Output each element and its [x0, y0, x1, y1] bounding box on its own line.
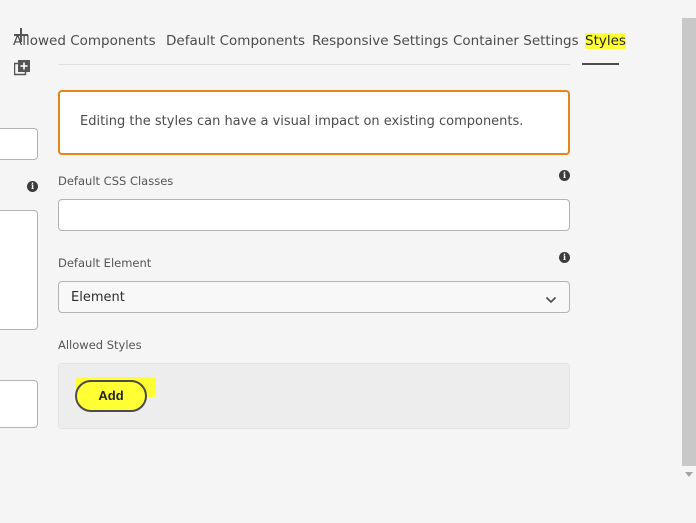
- default-element-info-icon[interactable]: i: [559, 245, 570, 264]
- alert-message: Editing the styles can have a visual imp…: [80, 114, 524, 129]
- select-value: Element: [71, 290, 125, 305]
- add-style-button[interactable]: Add: [75, 380, 147, 412]
- css-classes-label: Default CSS Classes: [58, 174, 174, 188]
- left-panel-info-icon[interactable]: i: [27, 174, 38, 193]
- tab-label: Styles: [585, 33, 626, 49]
- tab-container-settings[interactable]: Container Settings: [453, 30, 579, 52]
- default-element-select[interactable]: Element: [58, 281, 570, 313]
- top-clipped-header: [0, 0, 682, 3]
- tabs-divider: [58, 64, 570, 65]
- tab-styles[interactable]: Styles: [585, 30, 626, 52]
- tab-allowed-components[interactable]: Allowed Components: [13, 30, 156, 52]
- tab-label: Responsive Settings: [312, 33, 449, 49]
- tab-label: Allowed Components: [13, 33, 156, 49]
- left-panel-input[interactable]: [0, 128, 38, 160]
- tab-bar: Allowed Components Default Components Re…: [0, 30, 640, 66]
- scroll-down-arrow-icon[interactable]: [685, 472, 693, 477]
- default-css-classes-input[interactable]: [58, 199, 570, 231]
- tab-default-components[interactable]: Default Components: [166, 30, 305, 52]
- tab-responsive-settings[interactable]: Responsive Settings: [312, 30, 448, 52]
- allowed-styles-panel: Add: [58, 363, 570, 429]
- css-classes-info-icon[interactable]: i: [559, 163, 570, 182]
- default-element-label: Default Element: [58, 256, 152, 270]
- tab-label: Container Settings: [453, 33, 579, 49]
- scrollbar-thumb[interactable]: [682, 18, 696, 466]
- chevron-down-icon: [545, 291, 557, 304]
- active-tab-indicator: [582, 63, 619, 65]
- scrollbar[interactable]: [682, 0, 696, 523]
- left-panel-field[interactable]: [0, 380, 38, 428]
- tab-label: Default Components: [166, 33, 306, 49]
- warning-alert: Editing the styles can have a visual imp…: [58, 90, 570, 155]
- allowed-styles-label: Allowed Styles: [58, 338, 142, 352]
- left-panel-textarea[interactable]: [0, 210, 38, 330]
